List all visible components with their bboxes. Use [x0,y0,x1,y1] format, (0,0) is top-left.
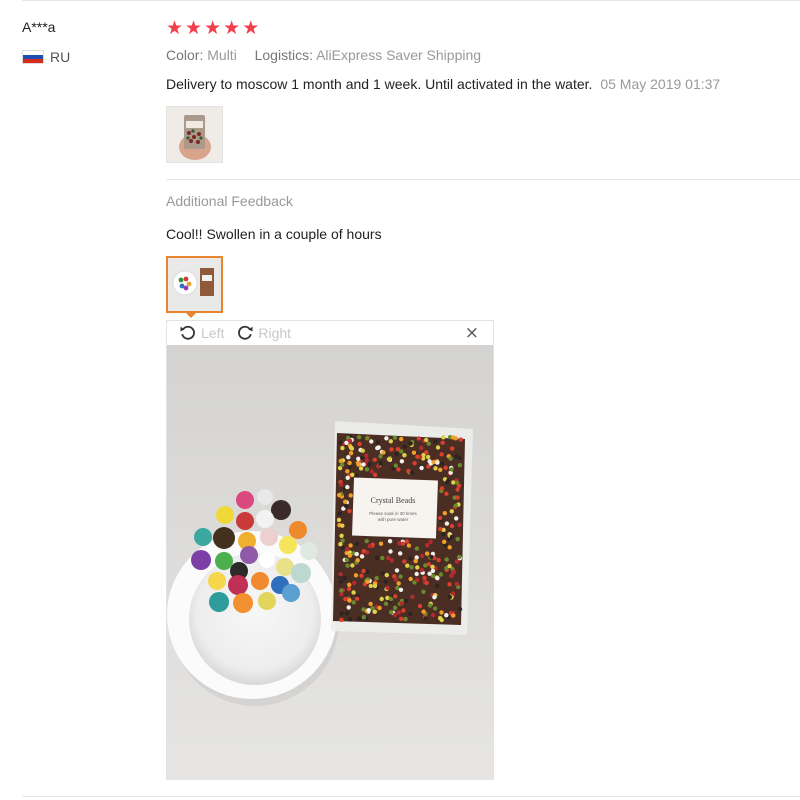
country-code: RU [50,49,71,65]
rotate-right-label: Right [258,325,292,341]
enlarged-photo: Crystal Beads Please soak in 30 times wi… [167,345,493,779]
star-icon: ★ [204,17,222,39]
rotate-left-icon [180,325,195,340]
review-date: 05 May 2019 01:37 [600,76,721,92]
color-label: Color: [166,47,204,63]
logistics-value: AliExpress Saver Shipping [316,47,482,63]
bag-label-title: Crystal Beads [371,496,416,505]
viewer-toolbar: Left Right × [167,321,493,345]
active-thumbnail-caret [184,311,198,318]
bag-label-line2: with pure water [378,517,409,522]
star-icon: ★ [185,17,203,39]
rotate-right-button[interactable]: Right [236,324,291,342]
additional-feedback-text: Cool!! Swollen in a couple of hours [166,226,382,242]
reviewer-name: A***a [22,19,56,35]
color-value: Multi [207,47,237,63]
rotate-left-button[interactable]: Left [179,324,224,342]
star-icon: ★ [242,17,260,39]
rotate-right-icon [238,325,253,340]
close-icon[interactable]: × [465,323,479,343]
additional-photo-thumbnail[interactable] [166,256,223,313]
top-divider [22,0,800,1]
russia-flag-icon [22,50,44,64]
review-body: Delivery to moscow 1 month and 1 week. U… [166,76,720,92]
section-divider [166,179,800,180]
star-rating: ★ ★ ★ ★ ★ [166,17,259,39]
photo-viewer: Left Right × Crystal Beads Please soak i… [166,320,494,780]
additional-feedback-title: Additional Feedback [166,193,293,209]
star-icon: ★ [166,17,184,39]
bag-label-line1: Please soak in 30 times [369,511,417,516]
bottom-divider [22,796,800,797]
rotate-left-label: Left [201,325,225,341]
logistics-label: Logistics: [254,47,313,63]
star-icon: ★ [223,17,241,39]
review-photo-thumbnail[interactable] [166,106,223,163]
reviewer-country: RU [22,49,70,65]
review-text: Delivery to moscow 1 month and 1 week. U… [166,76,593,92]
order-info: Color: Multi Logistics: AliExpress Saver… [166,47,481,63]
